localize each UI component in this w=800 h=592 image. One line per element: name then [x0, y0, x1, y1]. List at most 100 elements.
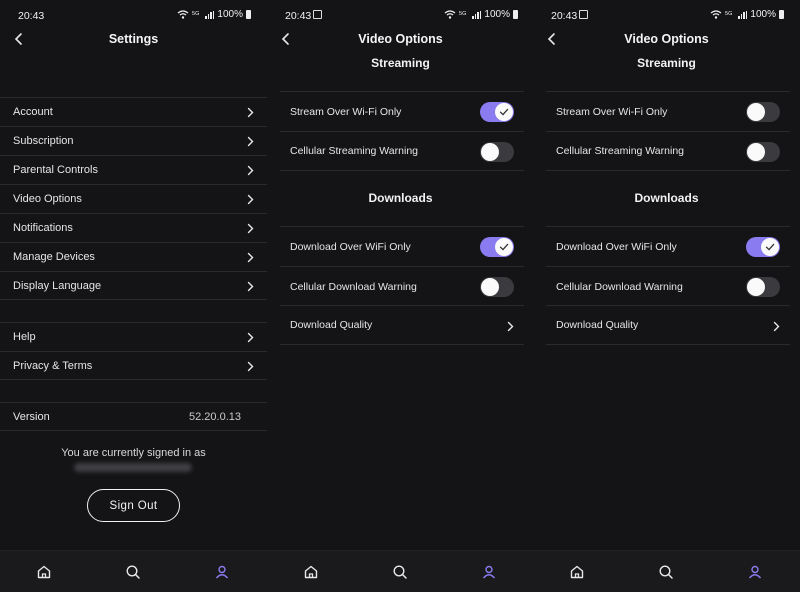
signed-in-text: You are currently signed in as — [61, 447, 206, 459]
settings-item-privacy-terms[interactable]: Privacy & Terms — [0, 351, 267, 380]
toggle-knob — [761, 238, 779, 256]
cellular-download-toggle[interactable] — [746, 277, 780, 297]
battery-percent: 100% — [750, 9, 776, 20]
stream-wifi-toggle[interactable] — [746, 102, 780, 122]
video-options-screen: 20:43 5G 100% Video Options Streaming St… — [267, 0, 534, 592]
toggle-knob — [495, 238, 513, 256]
check-icon — [499, 108, 509, 116]
check-icon — [765, 243, 775, 251]
page-title: Settings — [108, 32, 159, 46]
settings-item-notifications[interactable]: Notifications — [0, 213, 267, 242]
download-wifi-toggle[interactable] — [746, 237, 780, 257]
settings-item-label: Manage Devices — [13, 251, 95, 263]
chevron-right-icon — [247, 332, 254, 343]
settings-item-manage-devices[interactable]: Manage Devices — [0, 242, 267, 271]
settings-item-label: Privacy & Terms — [13, 359, 93, 372]
download-wifi-row: Download Over WiFi Only — [546, 226, 790, 266]
user-icon[interactable] — [480, 563, 498, 581]
image-notification-icon — [579, 10, 588, 19]
chevron-right-icon — [247, 361, 254, 372]
settings-item-video-options[interactable]: Video Options — [0, 184, 267, 213]
search-icon[interactable] — [657, 563, 675, 581]
settings-item-label: Notifications — [13, 222, 73, 234]
row-label: Cellular Download Warning — [556, 280, 683, 293]
cellular-streaming-row: Cellular Streaming Warning — [546, 131, 790, 171]
toggle-knob — [481, 278, 499, 296]
user-icon[interactable] — [213, 563, 231, 581]
chevron-right-icon — [247, 223, 254, 234]
home-icon[interactable] — [568, 563, 586, 581]
version-row: Version 52.20.0.13 — [0, 402, 267, 431]
battery-icon — [246, 10, 251, 19]
row-label: Stream Over Wi-Fi Only — [290, 105, 402, 118]
download-wifi-toggle[interactable] — [480, 237, 514, 257]
status-time: 20:43 — [285, 10, 312, 22]
cellular-streaming-row: Cellular Streaming Warning — [280, 131, 524, 171]
signal-icon — [738, 10, 748, 19]
header: Settings — [0, 30, 267, 48]
download-quality-row[interactable]: Download Quality — [280, 305, 524, 345]
status-right: 5G 100% — [177, 9, 251, 20]
settings-item-subscription[interactable]: Subscription — [0, 126, 267, 155]
toggle-knob — [747, 103, 765, 121]
row-label: Download Over WiFi Only — [556, 240, 677, 253]
home-icon[interactable] — [35, 563, 53, 581]
bottom-nav — [0, 550, 267, 592]
chevron-right-icon — [507, 321, 514, 332]
chevron-right-icon — [247, 136, 254, 147]
battery-icon — [779, 10, 784, 19]
row-label: Download Quality — [556, 319, 639, 331]
blurred-email — [74, 463, 192, 472]
page-title: Video Options — [624, 32, 709, 46]
stream-wifi-toggle[interactable] — [480, 102, 514, 122]
status-bar: 20:43 5G 100% — [267, 0, 534, 30]
bottom-nav — [533, 550, 800, 592]
chevron-right-icon — [247, 252, 254, 263]
settings-screen: 20:43 5G 100% Settings Account Subscript… — [0, 0, 267, 592]
video-options-screen: 20:43 5G 100% Video Options Streaming St… — [533, 0, 800, 592]
settings-item-parental-controls[interactable]: Parental Controls — [0, 155, 267, 184]
chevron-right-icon — [247, 107, 254, 118]
battery-icon — [513, 10, 518, 19]
row-label: Download Quality — [290, 319, 373, 331]
settings-item-display-language[interactable]: Display Language — [0, 271, 267, 300]
search-icon[interactable] — [124, 563, 142, 581]
image-notification-icon — [313, 10, 322, 19]
search-icon[interactable] — [391, 563, 409, 581]
status-time: 20:43 — [551, 10, 578, 22]
user-icon[interactable] — [746, 563, 764, 581]
cellular-download-toggle[interactable] — [480, 277, 514, 297]
chevron-right-icon — [247, 194, 254, 205]
check-icon — [499, 243, 509, 251]
battery-percent: 100% — [484, 9, 510, 20]
status-bar: 20:43 5G 100% — [533, 0, 800, 30]
signal-icon — [205, 10, 215, 19]
settings-item-label: Display Language — [13, 279, 102, 292]
network-type: 5G — [459, 11, 467, 17]
home-icon[interactable] — [302, 563, 320, 581]
wifi-icon — [444, 10, 456, 19]
wifi-icon — [710, 10, 722, 19]
settings-item-account[interactable]: Account — [0, 97, 267, 126]
settings-list-main: Account Subscription Parental Controls V… — [0, 97, 267, 300]
version-label: Version — [13, 410, 50, 423]
download-quality-row[interactable]: Download Quality — [546, 305, 790, 345]
cellular-download-row: Cellular Download Warning — [280, 266, 524, 306]
cellular-streaming-toggle[interactable] — [746, 142, 780, 162]
row-label: Cellular Streaming Warning — [556, 145, 684, 157]
settings-list-help: Help Privacy & Terms — [0, 322, 267, 380]
settings-item-label: Help — [13, 331, 36, 343]
status-bar: 20:43 5G 100% — [0, 0, 267, 30]
section-title-streaming: Streaming — [371, 56, 430, 70]
bottom-nav — [267, 550, 534, 592]
header: Video Options — [267, 30, 534, 48]
download-wifi-row: Download Over WiFi Only — [280, 226, 524, 266]
cellular-streaming-toggle[interactable] — [480, 142, 514, 162]
settings-item-label: Account — [13, 106, 53, 118]
settings-item-help[interactable]: Help — [0, 322, 267, 351]
header: Video Options — [533, 30, 800, 48]
page-title: Video Options — [358, 32, 443, 46]
chevron-right-icon — [247, 165, 254, 176]
sign-out-button[interactable]: Sign Out — [87, 489, 180, 522]
status-right: 5G 100% — [710, 9, 784, 20]
